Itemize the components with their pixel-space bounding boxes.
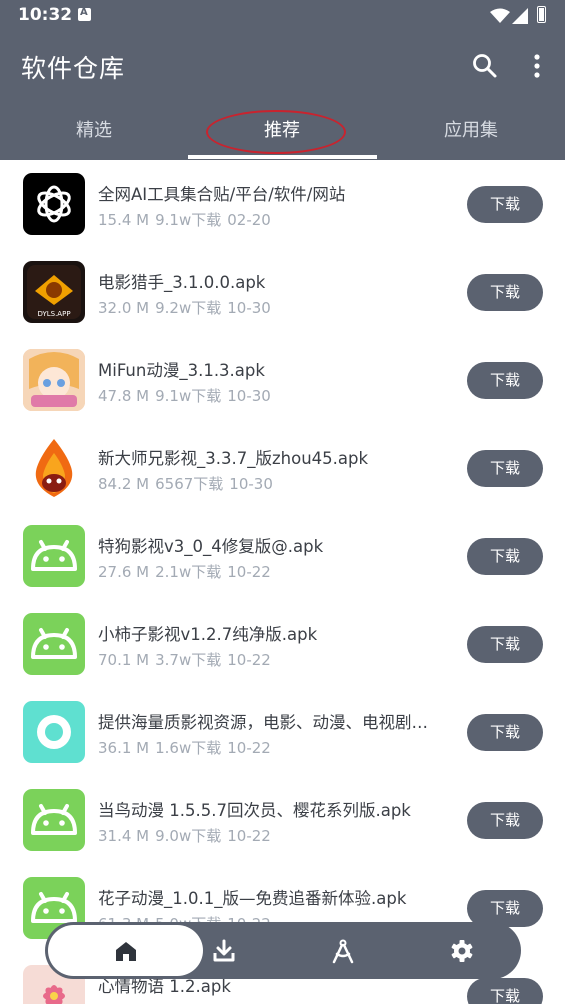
compass-icon <box>332 939 353 963</box>
app-date: 10-30 <box>227 299 271 317</box>
app-size: 15.4 M <box>98 211 150 229</box>
gear-icon <box>451 939 472 962</box>
app-meta: 47.8 M 9.1w下载 10-30 <box>98 385 277 406</box>
tab-featured[interactable]: 精选 <box>0 104 188 160</box>
download-button[interactable]: 下载 <box>467 450 543 487</box>
app-meta: 70.1 M 3.7w下载 10-22 <box>98 649 277 670</box>
app-meta: 32.0 M 9.2w下载 10-30 <box>98 297 277 318</box>
app-name: 电影猎手_3.1.0.0.apk <box>98 273 266 292</box>
download-button[interactable]: 下载 <box>467 186 543 223</box>
tab-indicator <box>188 155 377 159</box>
download-button[interactable]: 下载 <box>467 274 543 311</box>
app-downloads: 9.2w下载 <box>155 299 222 317</box>
app-name: MiFun动漫_3.1.3.apk <box>98 361 265 380</box>
app-size: 32.0 M <box>98 299 150 317</box>
download-button[interactable]: 下载 <box>467 714 543 751</box>
nav-settings[interactable] <box>402 922 521 979</box>
download-button[interactable]: 下载 <box>467 978 543 1004</box>
app-date: 10-22 <box>227 827 271 845</box>
nav-tools[interactable] <box>283 922 402 979</box>
download-button[interactable]: 下载 <box>467 538 543 575</box>
app-meta: 84.2 M 6567下载 10-30 <box>98 473 279 494</box>
download-button[interactable]: 下载 <box>467 626 543 663</box>
android-icon <box>23 613 85 675</box>
openai-logo-icon <box>23 173 85 235</box>
app-downloads: 6567下载 <box>155 475 224 493</box>
app-downloads: 2.1w下载 <box>155 563 222 581</box>
notification-a-icon <box>78 7 91 21</box>
app-name: 小柿子影视v1.2.7纯净版.apk <box>98 625 318 644</box>
app-downloads: 9.1w下载 <box>155 211 222 229</box>
app-size: 31.4 M <box>98 827 150 845</box>
android-icon <box>23 525 85 587</box>
bottom-nav <box>45 922 521 979</box>
home-icon <box>115 941 136 961</box>
list-item[interactable]: DYLS.APP 电影猎手_3.1.0.0.apk 32.0 M 9.2w下载 10… <box>0 248 565 336</box>
app-name: 花子动漫_1.0.1_版—免费追番新体验.apk <box>98 889 407 908</box>
list-item[interactable]: 特狗影视v3_0_4修复版@.apk 27.6 M 2.1w下载 10-22 下载 <box>0 512 565 600</box>
movie-hunter-icon: DYLS.APP <box>23 261 85 323</box>
app-name: 提供海量质影视资源，电影、动漫、电视剧… <box>98 713 428 732</box>
tab-app-collections[interactable]: 应用集 <box>377 104 565 160</box>
app-downloads: 9.0w下载 <box>155 827 222 845</box>
download-button[interactable]: 下载 <box>467 802 543 839</box>
wifi-icon <box>490 8 510 23</box>
app-size: 70.1 M <box>98 651 150 669</box>
app-date: 10-22 <box>227 739 271 757</box>
app-name: 全网AI工具集合贴/平台/软件/网站 <box>98 185 346 204</box>
nav-downloads[interactable] <box>164 922 283 979</box>
app-header: 10:32 软件仓库 精选 推荐 应用集 <box>0 0 565 160</box>
app-date: 10-22 <box>227 651 271 669</box>
list-item[interactable]: 小柿子影视v1.2.7纯净版.apk 70.1 M 3.7w下载 10-22 下载 <box>0 600 565 688</box>
list-item[interactable]: 提供海量质影视资源，电影、动漫、电视剧… 36.1 M 1.6w下载 10-22 下… <box>0 688 565 776</box>
status-time: 10:32 <box>18 5 73 25</box>
app-size: 27.6 M <box>98 563 150 581</box>
list-item[interactable]: 新大师兄影视_3.3.7_版zhou45.apk 84.2 M 6567下载 10-… <box>0 424 565 512</box>
app-downloads: 9.1w下载 <box>155 387 222 405</box>
app-downloads: 3.7w下载 <box>155 651 222 669</box>
app-meta: 36.1 M 1.6w下载 10-22 <box>98 737 277 758</box>
flame-monkey-icon <box>23 437 85 499</box>
app-date: 02-20 <box>227 211 271 229</box>
status-bar: 10:32 <box>0 0 565 32</box>
battery-icon <box>537 6 546 23</box>
more-vert-icon[interactable] <box>528 53 546 79</box>
page-title: 软件仓库 <box>21 54 126 83</box>
app-size: 36.1 M <box>98 739 150 757</box>
app-list[interactable]: 全网AI工具集合贴/平台/软件/网站 15.4 M 9.1w下载 02-20 下载 … <box>0 160 565 1004</box>
app-date: 10-30 <box>229 475 273 493</box>
app-size: 84.2 M <box>98 475 150 493</box>
download-icon <box>213 939 234 961</box>
app-size: 47.8 M <box>98 387 150 405</box>
list-item[interactable]: MiFun动漫_3.1.3.apk 47.8 M 9.1w下载 10-30 下载 <box>0 336 565 424</box>
app-name: 当鸟动漫 1.5.5.7回次员、樱花系列版.apk <box>98 801 411 820</box>
signal-icon <box>512 8 528 24</box>
app-name: 特狗影视v3_0_4修复版@.apk <box>98 537 324 556</box>
search-icon[interactable] <box>472 53 498 79</box>
app-downloads: 1.6w下载 <box>155 739 222 757</box>
anime-girl-icon <box>23 349 85 411</box>
app-meta: 15.4 M 9.1w下载 02-20 <box>98 209 277 230</box>
highlight-annotation-circle <box>206 110 346 154</box>
app-meta: 31.4 M 9.0w下载 10-22 <box>98 825 277 846</box>
teal-ring-icon <box>23 701 85 763</box>
app-date: 10-22 <box>227 563 271 581</box>
app-meta: 27.6 M 2.1w下载 10-22 <box>98 561 277 582</box>
download-button[interactable]: 下载 <box>467 362 543 399</box>
list-item[interactable]: 当鸟动漫 1.5.5.7回次员、樱花系列版.apk 31.4 M 9.0w下载 10… <box>0 776 565 864</box>
list-item[interactable]: 全网AI工具集合贴/平台/软件/网站 15.4 M 9.1w下载 02-20 下载 <box>0 160 565 248</box>
app-name: 新大师兄影视_3.3.7_版zhou45.apk <box>98 449 369 468</box>
icon-text: DYLS.APP <box>37 310 70 318</box>
android-icon <box>23 789 85 851</box>
app-date: 10-30 <box>227 387 271 405</box>
